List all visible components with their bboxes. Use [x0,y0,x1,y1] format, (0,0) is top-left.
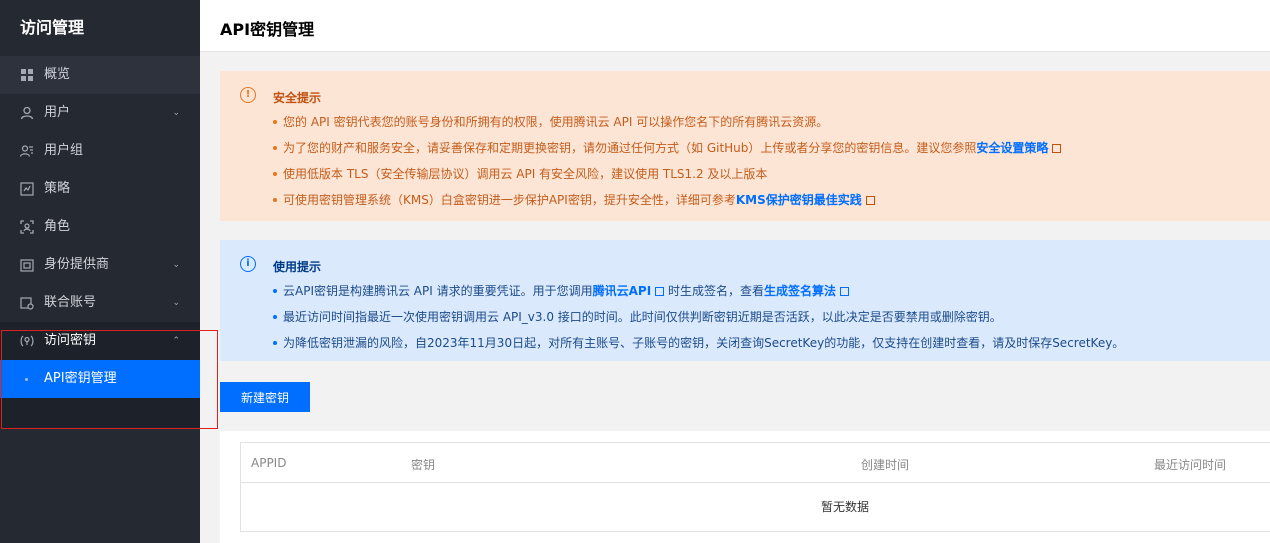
notice-list: 您的 API 密钥代表您的账号身份和所拥有的权限，使用腾讯云 API 可以操作您… [273,109,1260,213]
list-item: 您的 API 密钥代表您的账号身份和所拥有的权限，使用腾讯云 API 可以操作您… [273,109,1260,135]
chevron-down-icon: ⌄ [172,260,180,270]
table-panel: APPID 密钥 创建时间 最近访问时间 暂无数据 [220,431,1270,543]
sidebar-title: 访问管理 [20,18,85,37]
chevron-down-icon: ⌄ [172,298,180,308]
bullet-dot-icon [25,378,28,381]
sidebar-item-label: 访问密钥 [44,333,97,348]
sidebar-item-federated-accounts[interactable]: 联合账号 ⌄ [0,284,200,322]
sidebar-item-access-keys[interactable]: 访问密钥 ⌃ [0,322,200,360]
security-policy-link[interactable]: 安全设置策略 [976,141,1048,155]
identity-provider-icon [20,259,34,272]
chevron-up-icon: ⌃ [172,336,180,346]
list-item: 使用低版本 TLS（安全传输层协议）调用云 API 有安全风险，建议使用 TLS… [273,161,1260,187]
tencent-cloud-api-link[interactable]: 腾讯云API [593,284,652,298]
chevron-down-icon: ⌄ [172,108,180,118]
list-item: 可使用密钥管理系统（KMS）白盒密钥进一步保护API密钥，提升安全性，详细可参考… [273,187,1260,213]
column-header-key: 密钥 [411,458,436,472]
page-title: API密钥管理 [220,20,315,39]
notice-list: 云API密钥是构建腾讯云 API 请求的重要凭证。用于您调用腾讯云API 时生成… [273,278,1260,356]
grid-icon [21,69,33,81]
list-item: 最近访问时间指最近一次使用密钥调用云 API_v3.0 接口的时间。此时间仅供判… [273,304,1260,330]
sidebar-item-user-groups[interactable]: 用户组 [0,132,200,170]
sidebar: 访问管理 概览 用户 ⌄ 用户组 策略 角色 身份提供商 ⌄ 联合账号 ⌄ 访问… [0,0,200,543]
sidebar-item-users[interactable]: 用户 ⌄ [0,94,200,132]
role-icon [20,220,34,234]
sidebar-item-label: 概览 [44,67,71,82]
external-link-icon[interactable] [840,287,850,296]
sidebar-submenu: API密钥管理 [0,360,200,428]
external-link-icon[interactable] [865,196,875,205]
column-header-created-time: 创建时间 [861,458,910,472]
sidebar-item-label: 角色 [44,219,71,234]
keys-table: APPID 密钥 创建时间 最近访问时间 暂无数据 [240,442,1270,532]
usage-notice: i 使用提示 云API密钥是构建腾讯云 API 请求的重要凭证。用于您调用腾讯云… [220,240,1270,361]
external-link-icon[interactable] [1052,144,1062,153]
sidebar-item-label: 用户 [44,105,71,120]
sidebar-item-roles[interactable]: 角色 [0,208,200,246]
federated-account-icon [20,297,34,310]
key-icon [20,335,34,347]
info-icon: i [240,256,256,272]
column-header-appid: APPID [251,456,287,470]
sidebar-item-identity-providers[interactable]: 身份提供商 ⌄ [0,246,200,284]
main-content: ! 安全提示 您的 API 密钥代表您的账号身份和所拥有的权限，使用腾讯云 AP… [200,52,1270,543]
sidebar-item-policies[interactable]: 策略 [0,170,200,208]
list-item: 为了您的财产和服务安全，请妥善保存和定期更换密钥，请勿通过任何方式（如 GitH… [273,135,1260,161]
sidebar-item-overview[interactable]: 概览 [0,56,200,94]
user-icon [20,106,34,120]
sidebar-item-api-key-management[interactable]: API密钥管理 [0,360,200,398]
sidebar-item-label: API密钥管理 [44,371,117,386]
external-link-icon[interactable] [655,287,665,296]
sidebar-item-label: 联合账号 [44,295,97,310]
sidebar-item-label: 策略 [44,181,71,196]
kms-best-practice-link[interactable]: KMS保护密钥最佳实践 [736,193,862,207]
empty-state-text: 暂无数据 [821,500,870,514]
notice-title: 安全提示 [273,91,322,105]
page-header: API密钥管理 [200,0,1270,52]
sidebar-item-label: 用户组 [44,143,84,158]
table-header: APPID 密钥 创建时间 最近访问时间 [241,443,1270,483]
signature-algorithm-link[interactable]: 生成签名算法 [764,284,836,298]
column-header-last-access-time: 最近访问时间 [1154,458,1227,472]
list-item: 云API密钥是构建腾讯云 API 请求的重要凭证。用于您调用腾讯云API 时生成… [273,278,1260,304]
policy-icon [20,182,34,196]
notice-title: 使用提示 [273,260,322,274]
warning-icon: ! [240,87,256,103]
create-key-button[interactable]: 新建密钥 [220,382,310,412]
sidebar-item-label: 身份提供商 [44,257,110,272]
user-group-icon [20,145,33,157]
list-item: 为降低密钥泄漏的风险，自2023年11月30日起，对所有主账号、子账号的密钥，关… [273,330,1260,356]
security-notice: ! 安全提示 您的 API 密钥代表您的账号身份和所拥有的权限，使用腾讯云 AP… [220,71,1270,221]
